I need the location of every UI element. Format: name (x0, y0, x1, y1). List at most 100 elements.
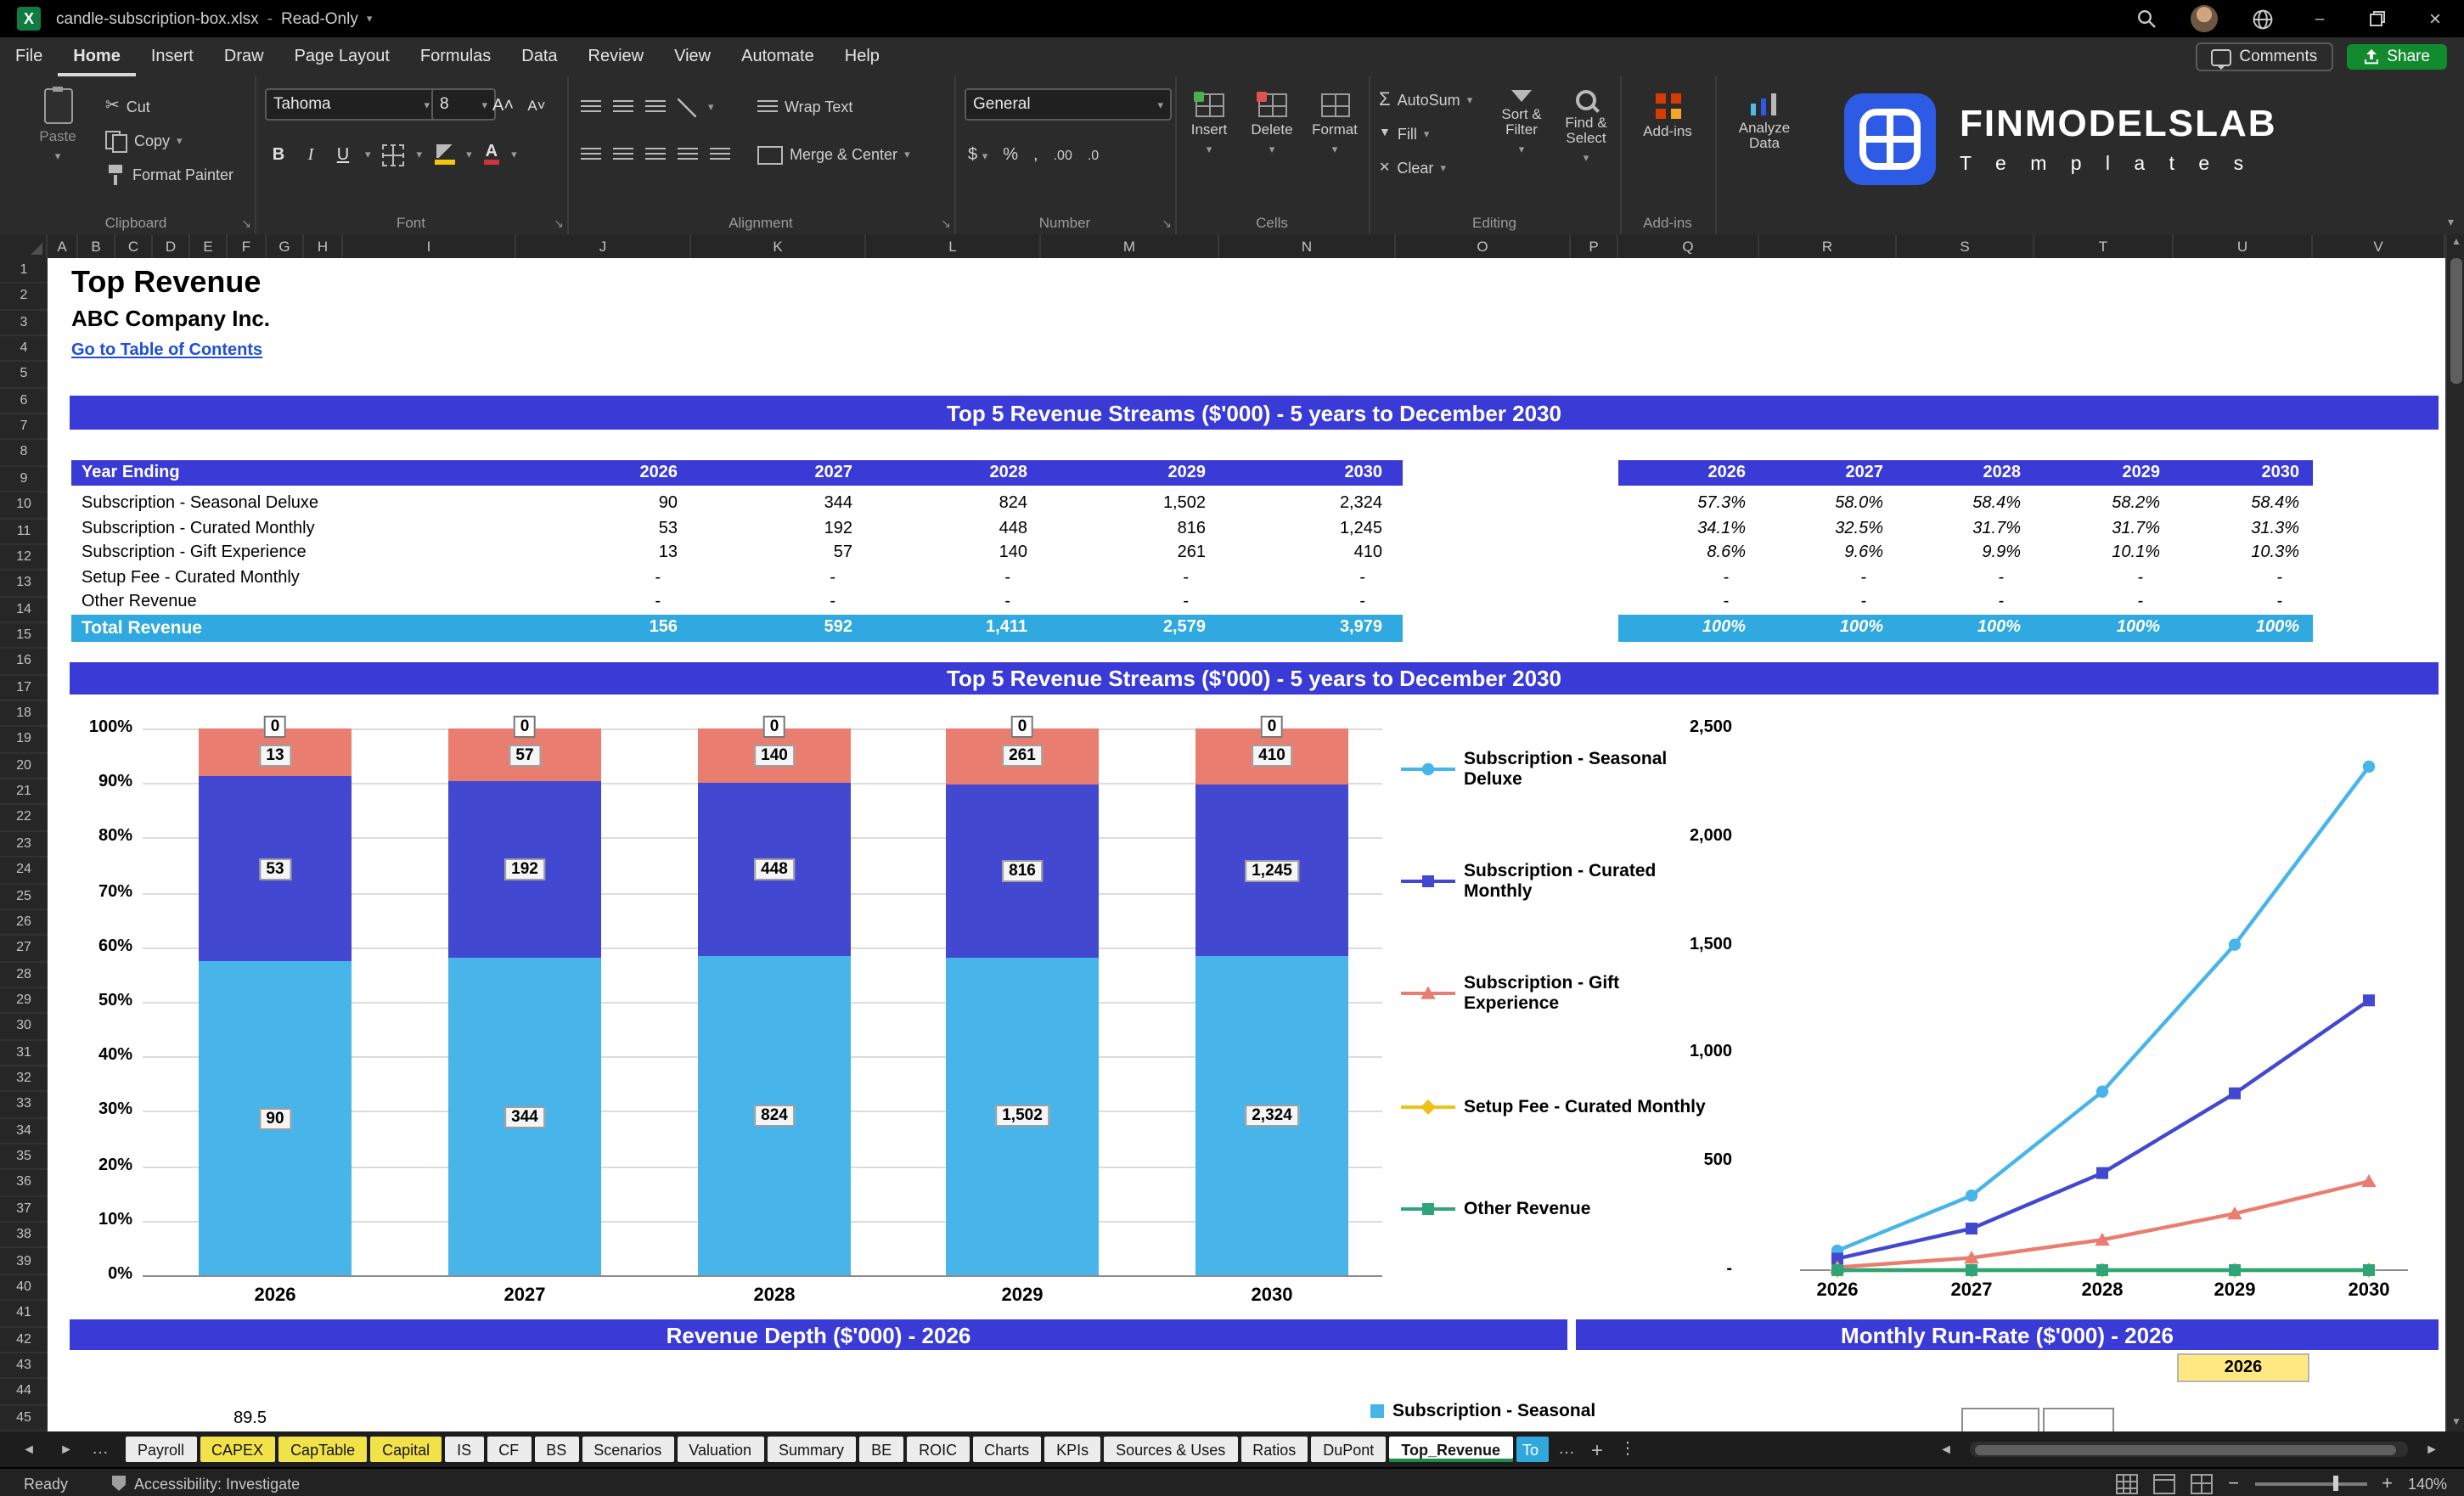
row-header-35[interactable]: 35 (0, 1144, 48, 1171)
row-header-2[interactable]: 2 (0, 284, 48, 311)
col-header-j[interactable]: J (516, 234, 691, 258)
page-layout-view-icon[interactable] (2153, 1473, 2176, 1493)
tab-scroll-left-icon[interactable]: ◄ (10, 1442, 48, 1457)
bold-button[interactable]: B (268, 145, 289, 164)
row-header-25[interactable]: 25 (0, 884, 48, 910)
currency-format-icon[interactable]: $ ▾ (968, 145, 987, 164)
menu-tab-automate[interactable]: Automate (726, 37, 830, 76)
paste-button[interactable]: Paste ▾ (27, 87, 88, 165)
row-header-10[interactable]: 10 (0, 492, 48, 520)
menu-tab-view[interactable]: View (659, 37, 726, 76)
row-header-19[interactable]: 19 (0, 728, 48, 754)
menu-tab-insert[interactable]: Insert (136, 37, 209, 76)
menu-tab-help[interactable]: Help (830, 37, 895, 76)
row-header-44[interactable]: 44 (0, 1380, 48, 1406)
row-header-41[interactable]: 41 (0, 1301, 48, 1328)
hscroll-left-icon[interactable]: ◄ (1927, 1442, 1965, 1457)
col-header-v[interactable]: V (2313, 234, 2445, 258)
autosum-button[interactable]: Σ AutoSum ▾ (1379, 87, 1472, 114)
row-header-33[interactable]: 33 (0, 1093, 48, 1119)
font-color-caret-icon[interactable]: ▾ (511, 148, 517, 161)
align-bottom-icon[interactable] (645, 99, 666, 115)
underline-caret-icon[interactable]: ▾ (365, 148, 371, 161)
fill-color-icon[interactable] (434, 144, 455, 165)
font-size-select[interactable]: 8 ▾ (431, 88, 496, 121)
clear-button[interactable]: ✕ Clear ▾ (1379, 155, 1446, 182)
row-header-37[interactable]: 37 (0, 1197, 48, 1223)
globe-icon[interactable] (2233, 0, 2291, 37)
col-header-r[interactable]: R (1759, 234, 1897, 258)
col-header-q[interactable]: Q (1618, 234, 1759, 258)
vertical-scrollbar[interactable]: ▲ ▼ (2445, 234, 2464, 1431)
row-header-11[interactable]: 11 (0, 519, 48, 545)
new-sheet-icon[interactable]: + (1582, 1437, 1612, 1461)
row-header-1[interactable]: 1 (0, 258, 48, 284)
align-right-icon[interactable] (645, 147, 666, 162)
zoom-out-icon[interactable]: − (2228, 1473, 2239, 1493)
col-header-b[interactable]: B (78, 234, 115, 258)
col-header-f[interactable]: F (228, 234, 267, 258)
row-header-34[interactable]: 34 (0, 1118, 48, 1145)
menu-tab-draw[interactable]: Draw (209, 37, 279, 76)
scroll-down-icon[interactable]: ▼ (2447, 1418, 2464, 1428)
row-header-28[interactable]: 28 (0, 962, 48, 988)
share-button[interactable]: Share (2346, 44, 2447, 70)
wrap-text-button[interactable]: Wrap Text (757, 93, 852, 121)
account-avatar[interactable] (2175, 0, 2233, 37)
row-header-22[interactable]: 22 (0, 806, 48, 832)
orientation-caret-icon[interactable]: ▾ (708, 100, 714, 114)
sheet-tab-is[interactable]: IS (445, 1437, 484, 1462)
normal-view-icon[interactable] (2116, 1473, 2139, 1493)
col-header-e[interactable]: E (190, 234, 228, 258)
col-header-u[interactable]: U (2174, 234, 2313, 258)
sheet-tab-sources-uses[interactable]: Sources & Uses (1104, 1437, 1238, 1462)
row-header-32[interactable]: 32 (0, 1066, 48, 1093)
row-header-30[interactable]: 30 (0, 1015, 48, 1041)
underline-button[interactable]: U (333, 145, 353, 164)
sheet-tab-to[interactable]: To (1516, 1437, 1549, 1462)
addins-button[interactable]: Add-ins (1634, 93, 1702, 139)
search-icon[interactable] (2118, 0, 2175, 37)
sheet-tab-roic[interactable]: ROIC (907, 1437, 970, 1462)
row-header-27[interactable]: 27 (0, 936, 48, 963)
row-header-17[interactable]: 17 (0, 675, 48, 702)
cut-button[interactable]: ✂ Cut (105, 93, 150, 121)
row-header-24[interactable]: 24 (0, 858, 48, 885)
col-header-h[interactable]: H (304, 234, 343, 258)
col-header-p[interactable]: P (1571, 234, 1618, 258)
clipboard-dialog-launcher-icon[interactable]: ↘ (241, 217, 251, 231)
fill-color-caret-icon[interactable]: ▾ (466, 148, 472, 161)
merge-center-button[interactable]: Merge & Center ▾ (757, 141, 910, 168)
row-header-13[interactable]: 13 (0, 571, 48, 598)
col-header-c[interactable]: C (115, 234, 153, 258)
tab-scroll-right-icon[interactable]: ► (48, 1442, 85, 1457)
sheet-tab-kpis[interactable]: KPIs (1044, 1437, 1101, 1462)
sheet-tab-dupont[interactable]: DuPont (1311, 1437, 1387, 1462)
readonly-caret-icon[interactable]: ▾ (367, 12, 373, 25)
col-header-n[interactable]: N (1219, 234, 1396, 258)
align-middle-icon[interactable] (613, 99, 633, 115)
accessibility-status[interactable]: Accessibility: Investigate (112, 1475, 300, 1492)
restore-button[interactable] (2349, 0, 2406, 37)
increase-decimal-icon[interactable]: .00 (1054, 147, 1072, 162)
horizontal-scroll-thumb[interactable] (1975, 1444, 2396, 1454)
row-header-23[interactable]: 23 (0, 832, 48, 858)
borders-icon[interactable] (382, 143, 405, 166)
align-top-icon[interactable] (581, 99, 601, 115)
col-header-g[interactable]: G (267, 234, 304, 258)
font-name-select[interactable]: Tahoma ▾ (265, 88, 438, 121)
sheet-tab-valuation[interactable]: Valuation (677, 1437, 764, 1462)
row-header-36[interactable]: 36 (0, 1171, 48, 1197)
vertical-scroll-thumb[interactable] (2450, 258, 2462, 384)
sheet-tab-summary[interactable]: Summary (767, 1437, 857, 1462)
row-header-4[interactable]: 4 (0, 336, 48, 363)
col-header-t[interactable]: T (2034, 234, 2174, 258)
row-header-5[interactable]: 5 (0, 363, 48, 389)
tab-options-icon[interactable]: ⋮ (1612, 1440, 1643, 1459)
sheet-tab-captable[interactable]: CapTable (278, 1437, 368, 1462)
col-header-m[interactable]: M (1041, 234, 1219, 258)
close-button[interactable]: × (2406, 0, 2464, 37)
orientation-icon[interactable] (678, 98, 696, 116)
sheet-tab-capex[interactable]: CAPEX (200, 1437, 276, 1462)
sheet-tab-charts[interactable]: Charts (972, 1437, 1042, 1462)
